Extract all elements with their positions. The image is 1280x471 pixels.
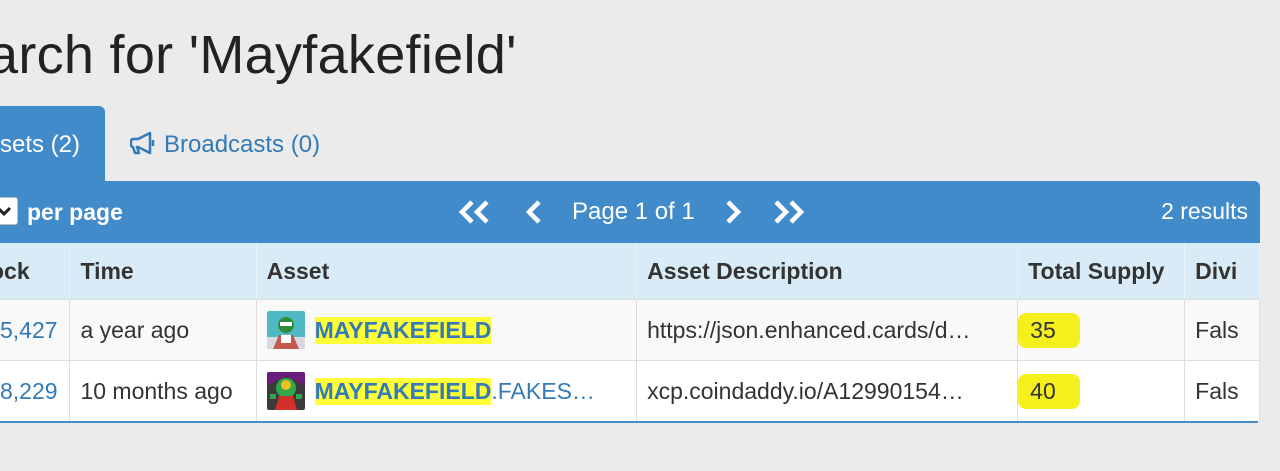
asset-thumbnail-icon	[266, 311, 305, 349]
pagination: Page 1 of 1	[456, 196, 807, 228]
description-cell: xcp.coindaddy.io/A12990154…	[636, 360, 1019, 421]
col-header-divisible[interactable]: Divi	[1184, 243, 1260, 300]
prev-page-button[interactable]	[524, 198, 544, 226]
chevron-left-icon	[525, 200, 541, 224]
bullhorn-icon	[129, 131, 155, 155]
col-header-time[interactable]: Time	[69, 243, 257, 300]
time-cell: 10 months ago	[69, 360, 257, 421]
table-row: 8,229 10 months ago MAYFAKEFIELD .FAKES…	[0, 360, 1260, 421]
supply-value: 35	[1018, 312, 1080, 348]
first-page-button[interactable]	[456, 198, 494, 226]
col-header-asset[interactable]: Asset	[256, 243, 638, 300]
tab-broadcasts-label: Broadcasts (0)	[164, 131, 321, 158]
tab-broadcasts[interactable]: Broadcasts (0)	[129, 106, 321, 182]
per-page-select[interactable]	[0, 197, 18, 225]
description-cell: https://json.enhanced.cards/d…	[636, 299, 1019, 361]
supply-value: 40	[1018, 373, 1080, 409]
col-header-block[interactable]: ock	[0, 243, 71, 300]
tab-assets[interactable]: sets (2)	[0, 106, 105, 182]
table-header-row: ock Time Asset Asset Description Total S…	[0, 243, 1260, 300]
double-chevron-left-icon	[458, 200, 489, 224]
table-row: 5,427 a year ago MAYFAKEFIELD https://js…	[0, 299, 1260, 361]
table-bottom-border	[0, 421, 1258, 423]
time-cell: a year ago	[69, 299, 257, 361]
chevron-right-icon	[726, 200, 741, 224]
tab-assets-label: sets (2)	[0, 131, 81, 158]
asset-link-suffix[interactable]: .FAKES…	[491, 378, 595, 405]
block-link[interactable]: 5,427	[0, 317, 58, 343]
asset-thumbnail-icon	[266, 372, 305, 410]
col-header-description[interactable]: Asset Description	[636, 243, 1019, 300]
per-page-label: per page	[27, 199, 123, 225]
block-link[interactable]: 8,229	[0, 378, 58, 404]
col-header-total-supply[interactable]: Total Supply	[1017, 243, 1186, 300]
asset-link[interactable]: MAYFAKEFIELD	[314, 377, 492, 405]
chevron-down-icon	[0, 206, 12, 217]
assets-table: ock Time Asset Asset Description Total S…	[0, 243, 1260, 421]
asset-link[interactable]: MAYFAKEFIELD	[314, 316, 492, 344]
results-toolbar: per page Page 1 of 1 2 results	[0, 181, 1260, 243]
page-title: arch for 'Mayfakefield'	[0, 25, 517, 85]
last-page-button[interactable]	[769, 198, 807, 226]
double-chevron-right-icon	[774, 200, 804, 224]
page-indicator: Page 1 of 1	[572, 198, 695, 225]
divisible-cell: Fals	[1184, 299, 1260, 361]
next-page-button[interactable]	[723, 198, 743, 226]
results-count: 2 results	[1161, 198, 1248, 224]
divisible-cell: Fals	[1184, 360, 1260, 421]
